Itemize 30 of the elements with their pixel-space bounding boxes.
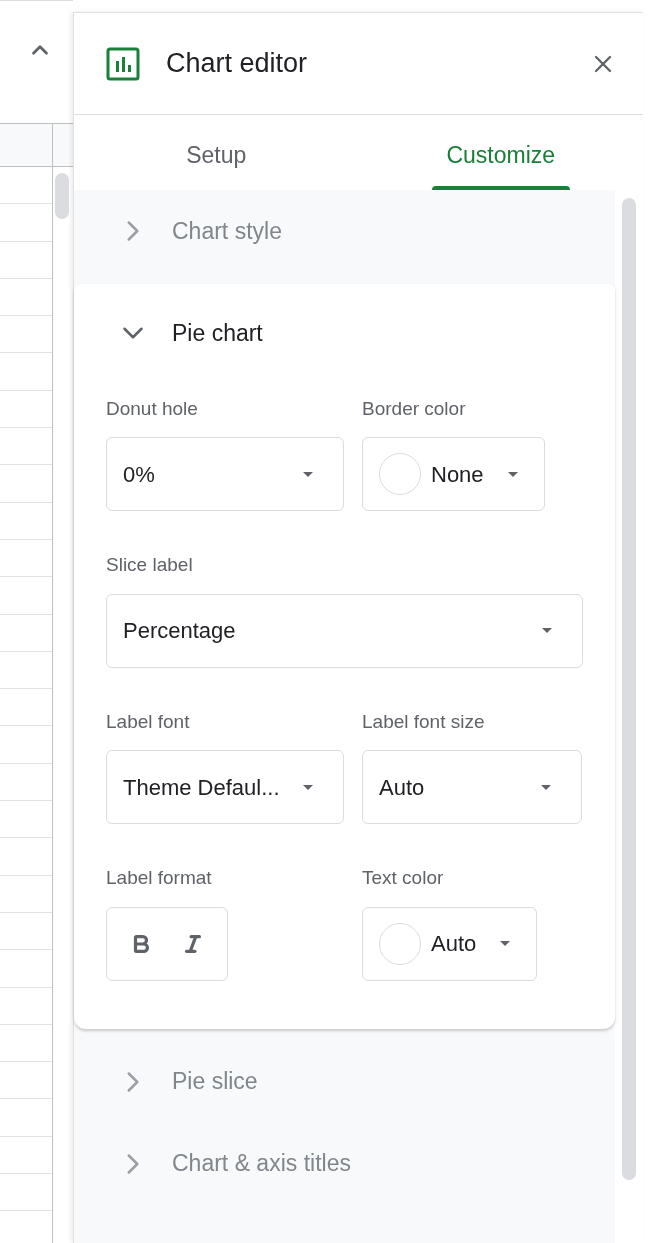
chart-icon — [106, 46, 140, 81]
italic-icon — [182, 932, 204, 955]
field-label: Label format — [106, 866, 213, 890]
dropdown-caret-icon — [500, 941, 511, 946]
field-label: Slice label — [106, 553, 194, 577]
dropdown[interactable]: Auto — [362, 750, 582, 824]
dropdown-caret-icon — [303, 471, 313, 477]
scrollbar-thumb[interactable] — [55, 173, 69, 219]
scrollbar-thumb[interactable] — [622, 198, 636, 1180]
field-label: Label font — [106, 709, 191, 734]
dropdown-caret-icon — [541, 784, 551, 790]
field-label: Donut hole — [106, 396, 199, 421]
field-label: Text color — [362, 866, 445, 890]
dropdown-caret-icon — [303, 784, 313, 790]
dropdown-caret-icon — [507, 471, 518, 477]
italic-button[interactable] — [182, 932, 204, 955]
panel-title: Chart editor — [166, 47, 309, 81]
color-dropdown[interactable]: None — [362, 437, 545, 511]
field-label: Label font size — [362, 709, 486, 734]
dropdown[interactable]: Percentage — [106, 593, 583, 668]
color-swatch-icon — [379, 453, 421, 495]
tab[interactable]: Setup — [74, 115, 359, 190]
field-label: Border color — [362, 396, 467, 421]
dropdown[interactable]: Theme Defaul... — [106, 750, 344, 824]
section-header[interactable]: Pie chart — [74, 316, 615, 351]
color-swatch-icon — [379, 922, 421, 965]
dropdown[interactable]: 0% — [106, 437, 344, 511]
color-dropdown[interactable]: Auto — [362, 906, 538, 981]
tab[interactable]: Customize — [358, 115, 643, 190]
dropdown-caret-icon — [542, 628, 552, 633]
